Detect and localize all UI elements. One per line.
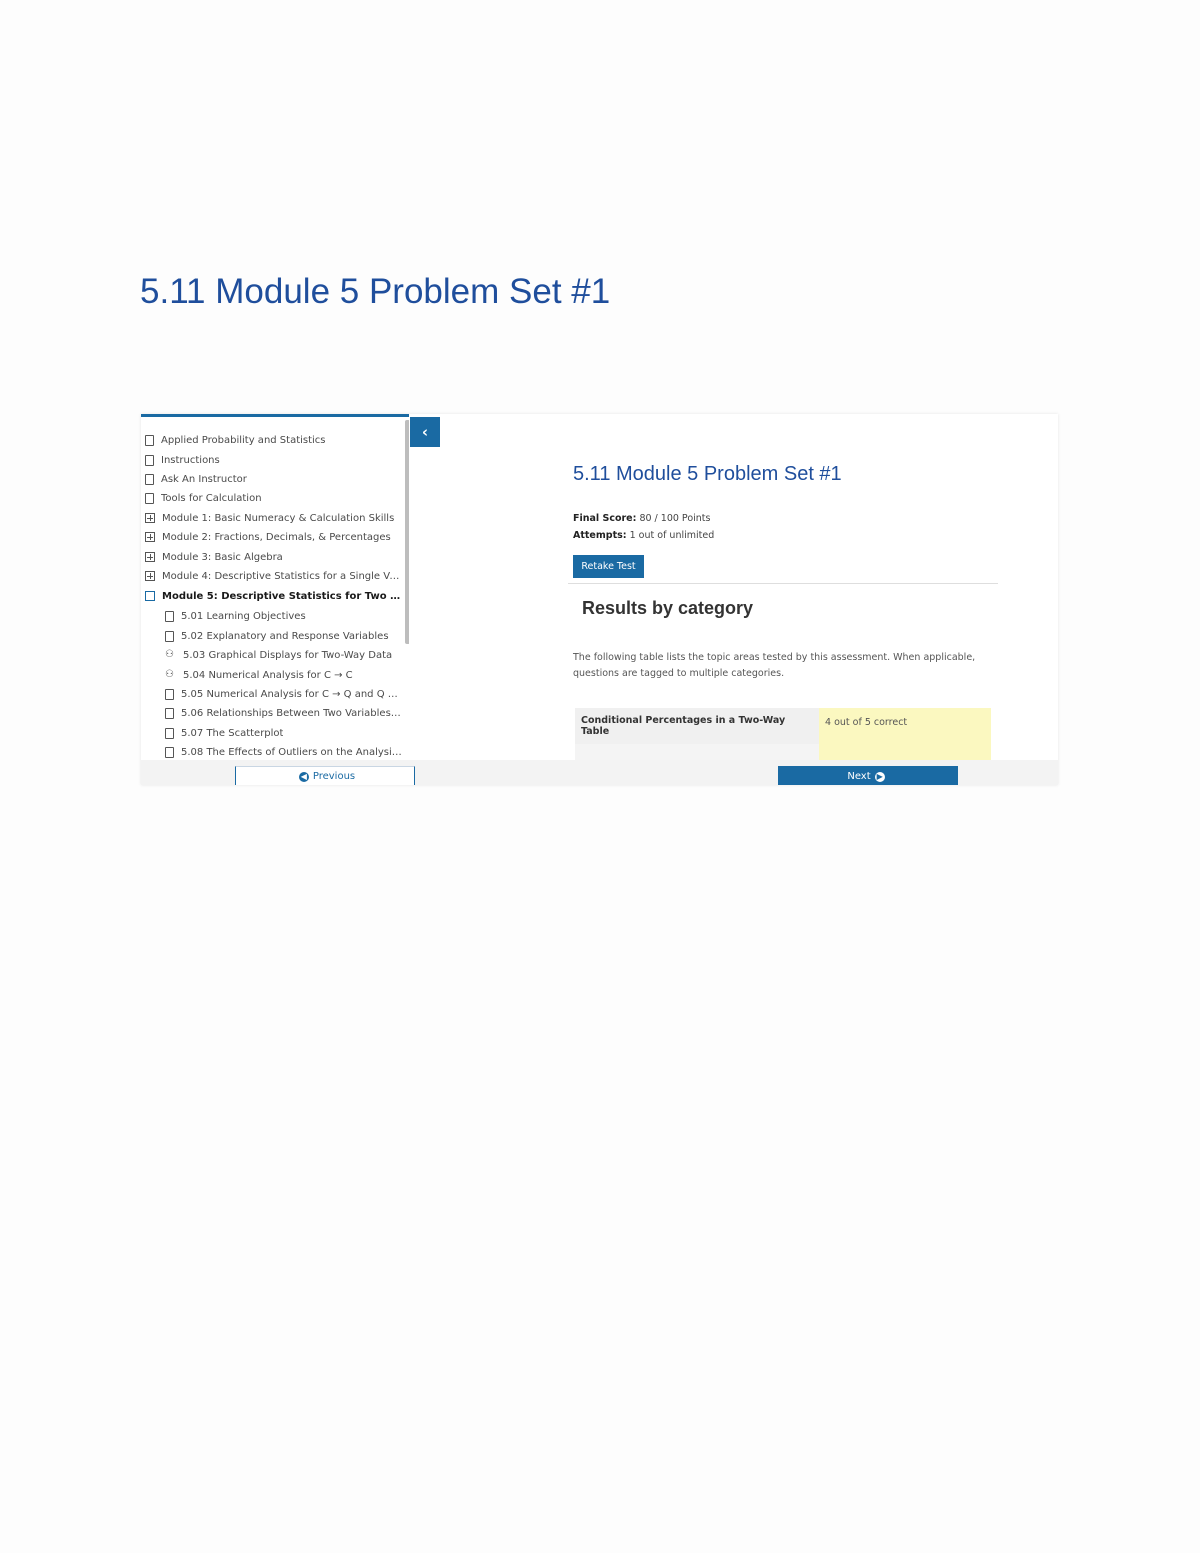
sidebar-item-5-01[interactable]: 5.01 Learning Objectives [165,607,403,625]
results-intro-text: The following table lists the topic area… [573,652,976,679]
category-results-table: Conditional Percentages in a Two-Way Tab… [575,708,991,760]
arrow-right-circle-icon: ▶ [874,771,885,782]
collapse-icon [145,591,155,601]
expand-icon [145,532,155,542]
sidebar-item-label: Instructions [161,454,220,466]
final-score-label: Final Score: [573,513,637,524]
document-icon [165,727,174,739]
document-icon [145,492,154,504]
sidebar-item-label: 5.02 Explanatory and Response Variables [181,630,389,642]
category-name-cut-off [575,744,819,760]
sidebar-item-label: Module 5: Descriptive Statistics for Two… [162,590,403,602]
sidebar-item-label: Applied Probability and Statistics [161,434,326,446]
document-icon [165,707,174,719]
collapse-sidebar-button[interactable]: ‹ [410,417,440,447]
sidebar-item-label: 5.07 The Scatterplot [181,727,284,739]
table-row [575,744,991,760]
sidebar-item-5-07[interactable]: 5.07 The Scatterplot [165,724,403,742]
sidebar-item-5-02[interactable]: 5.02 Explanatory and Response Variables [165,627,403,645]
sidebar-item-label: Tools for Calculation [161,492,262,504]
main-content: 5.11 Module 5 Problem Set #1 Final Score… [441,414,1058,760]
sidebar-item-module-2[interactable]: Module 2: Fractions, Decimals, & Percent… [145,528,403,546]
category-name: Conditional Percentages in a Two-Way Tab… [575,708,819,744]
sidebar-item-label: 5.08 The Effects of Outliers on the Anal… [181,746,403,758]
attempts-label: Attempts: [573,530,627,541]
document-icon [165,630,174,642]
arrow-left-circle-icon: ◀ [298,771,309,782]
next-button[interactable]: Next ▶ [778,766,958,785]
assessment-title: 5.11 Module 5 Problem Set #1 [573,463,842,485]
table-row: Conditional Percentages in a Two-Way Tab… [575,708,991,744]
sidebar-item-applied-probability[interactable]: Applied Probability and Statistics [145,431,403,449]
final-score-value: 80 / 100 Points [639,513,711,524]
next-label: Next [847,771,871,782]
sidebar-item-module-3[interactable]: Module 3: Basic Algebra [145,548,403,566]
sidebar-item-ask-instructor[interactable]: Ask An Instructor [145,470,403,488]
sidebar-item-label: Module 3: Basic Algebra [162,551,283,563]
sidebar-item-label: Ask An Instructor [161,473,247,485]
people-icon: ⚇ [165,669,174,680]
sidebar-item-5-06[interactable]: 5.06 Relationships Between Two Variables… [165,704,403,722]
sidebar-item-label: 5.03 Graphical Displays for Two-Way Data [183,649,393,661]
sidebar-item-label: Module 1: Basic Numeracy & Calculation S… [162,512,395,524]
sidebar-item-instructions[interactable]: Instructions [145,451,403,469]
sidebar-item-module-4[interactable]: Module 4: Descriptive Statistics for a S… [145,567,403,585]
attempts: Attempts: 1 out of unlimited [573,530,714,541]
document-icon [145,473,154,485]
navigation-bar: ◀ Previous Next ▶ [141,760,1058,785]
document-icon [165,746,174,758]
expand-icon [145,552,155,562]
sidebar-item-5-04[interactable]: ⚇ 5.04 Numerical Analysis for C → C [165,666,403,684]
chevron-left-icon: ‹ [421,423,429,441]
previous-button[interactable]: ◀ Previous [235,766,415,785]
category-score: 4 out of 5 correct [819,708,991,744]
sidebar-item-label: 5.06 Relationships Between Two Variables… [181,707,403,719]
document-icon [145,454,154,466]
course-sidebar: Applied Probability and Statistics Instr… [141,414,409,763]
expand-icon [145,571,155,581]
sidebar-scrollbar[interactable] [405,420,409,644]
retake-test-button[interactable]: Retake Test [573,555,644,578]
document-icon [165,610,174,622]
expand-icon [145,513,155,523]
sidebar-item-label: 5.01 Learning Objectives [181,610,306,622]
sidebar-item-label: 5.04 Numerical Analysis for C → C [183,669,353,681]
attempts-value: 1 out of unlimited [629,530,715,541]
results-heading: Results by category [582,598,754,618]
previous-label: Previous [312,771,356,782]
category-score-cut-off [819,744,991,760]
sidebar-item-label: Module 4: Descriptive Statistics for a S… [162,570,403,582]
sidebar-item-module-5[interactable]: Module 5: Descriptive Statistics for Two… [145,587,403,605]
document-title: 5.11 Module 5 Problem Set #1 [140,272,611,311]
divider [568,583,998,584]
lms-screenshot: Applied Probability and Statistics Instr… [141,414,1058,785]
people-icon: ⚇ [165,649,174,660]
sidebar-item-label: 5.05 Numerical Analysis for C → Q and Q … [181,688,403,700]
document-icon [145,434,154,446]
sidebar-item-module-1[interactable]: Module 1: Basic Numeracy & Calculation S… [145,509,403,527]
sidebar-item-tools[interactable]: Tools for Calculation [145,489,403,507]
sidebar-item-label: Module 2: Fractions, Decimals, & Percent… [162,531,391,543]
document-icon [165,688,174,700]
sidebar-item-5-03[interactable]: ⚇ 5.03 Graphical Displays for Two-Way Dat… [165,646,403,664]
final-score: Final Score: 80 / 100 Points [573,513,710,524]
sidebar-item-5-05[interactable]: 5.05 Numerical Analysis for C → Q and Q … [165,685,403,703]
sidebar-item-5-08[interactable]: 5.08 The Effects of Outliers on the Anal… [165,743,403,761]
